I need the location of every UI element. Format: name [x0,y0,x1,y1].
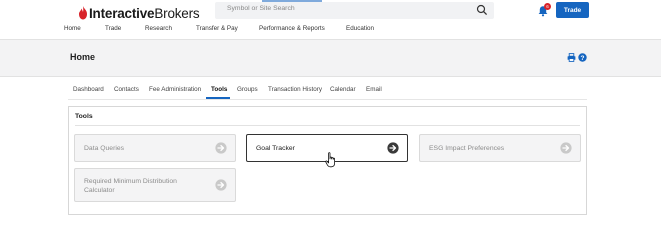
tab-transaction-history[interactable]: Transaction History [268,86,322,93]
tool-tile-data-queries[interactable]: Data Queries [74,134,236,162]
tools-panel-divider [75,125,580,126]
nav-performance-reports[interactable]: Performance & Reports [259,25,325,32]
nav-home[interactable]: Home [64,25,81,32]
help-icon[interactable]: ? [578,53,587,62]
tab-dashboard[interactable]: Dashboard [73,86,104,93]
top-bar: InteractiveBrokers Symbol or Site Search… [0,0,661,38]
brand-logo[interactable]: InteractiveBrokers [78,4,200,22]
brand-name: InteractiveBrokers [89,5,200,21]
nav-research[interactable]: Research [145,25,172,32]
arrow-right-circle-icon [387,142,399,154]
tool-tile-label: Data Queries [84,145,125,152]
brand-flame-icon [79,6,87,20]
arrow-right-circle-icon [215,142,227,154]
arrow-right-circle-icon [215,179,227,191]
tabs-divider [68,99,587,100]
search-placeholder: Symbol or Site Search [227,5,295,12]
tab-groups[interactable]: Groups [237,86,258,93]
brand-name-bold: Interactive [89,5,155,21]
search-icon[interactable] [476,4,488,16]
tools-panel-title: Tools [75,113,93,120]
print-icon[interactable] [567,53,576,62]
brand-name-light: Brokers [154,5,200,21]
hand-pointer-cursor-icon [325,152,335,168]
tool-tile-label: ESG Impact Preferences [429,145,505,152]
nav-trade[interactable]: Trade [105,25,121,32]
search-input[interactable]: Symbol or Site Search [215,2,494,19]
trade-button[interactable]: Trade [556,2,589,18]
notification-badge: 6 [544,3,551,10]
page-header: Home ? [0,39,661,77]
nav-education[interactable]: Education [346,25,374,32]
nav-transfer-pay[interactable]: Transfer & Pay [196,25,238,32]
page-title: Home [70,52,96,62]
arrow-right-circle-icon [560,142,572,154]
tab-contacts[interactable]: Contacts [114,86,139,93]
tool-tile-label: Required Minimum Distribution Calculator [84,178,177,194]
main-nav: Home Trade Research Transfer & Pay Perfo… [0,24,661,38]
tab-fee-administration[interactable]: Fee Administration [149,86,201,93]
tab-email[interactable]: Email [366,86,382,93]
tab-bar: Dashboard Contacts Fee Administration To… [0,85,661,99]
tool-tile-esg-impact-preferences[interactable]: ESG Impact Preferences [419,134,581,162]
tool-tile-rmd-calculator[interactable]: Required Minimum Distribution Calculator [74,168,236,202]
tab-calendar[interactable]: Calendar [330,86,356,93]
tool-tile-label: Goal Tracker [256,145,295,152]
svg-text:?: ? [581,55,585,62]
tab-tools[interactable]: Tools [211,86,227,93]
